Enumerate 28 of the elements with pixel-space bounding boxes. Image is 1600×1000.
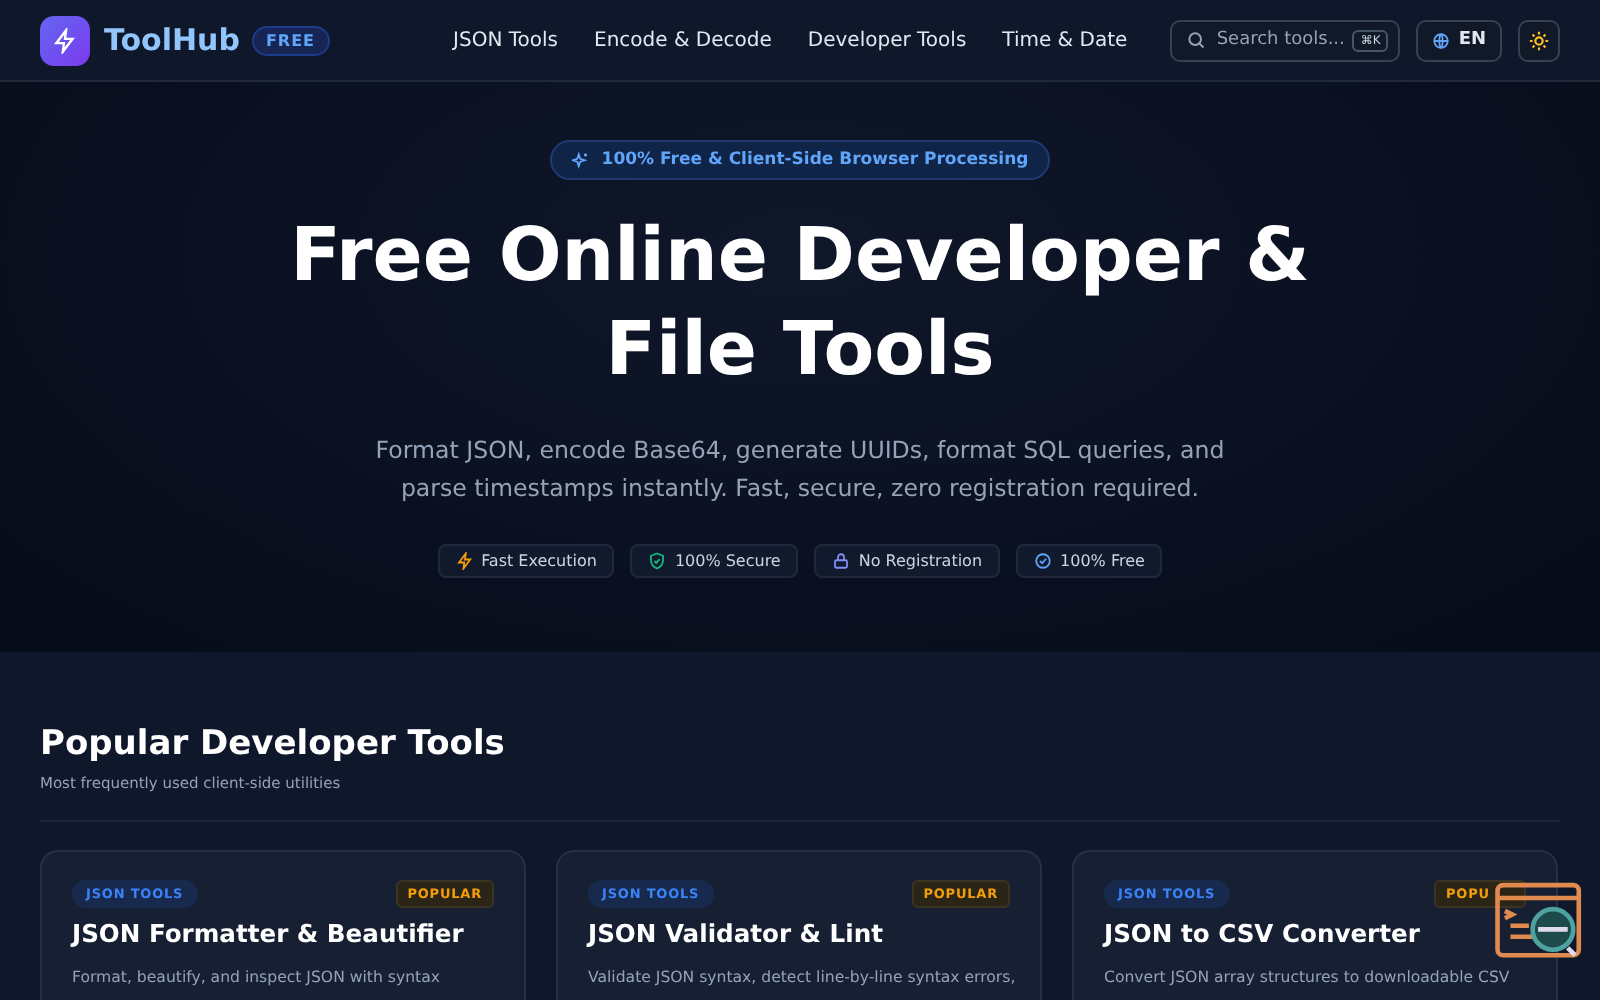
brand-name[interactable]: ToolHub bbox=[104, 22, 240, 58]
feature-label: 100% Free bbox=[1060, 552, 1145, 570]
card-title: JSON to CSV Converter bbox=[1104, 920, 1422, 950]
shield-icon bbox=[648, 552, 667, 570]
sun-icon bbox=[1528, 29, 1550, 51]
feature-label: Fast Execution bbox=[481, 552, 597, 570]
logo-icon[interactable] bbox=[40, 15, 90, 65]
check-circle-icon bbox=[1034, 552, 1053, 570]
theme-toggle[interactable] bbox=[1518, 19, 1560, 61]
card-title: JSON Validator & Lint bbox=[588, 920, 885, 950]
feature-label: No Registration bbox=[858, 552, 983, 570]
nav-link[interactable]: Encode & Decode bbox=[594, 29, 772, 51]
nav-link[interactable]: Time & Date bbox=[1002, 29, 1128, 51]
lightning-icon bbox=[455, 552, 474, 570]
sparkle-icon bbox=[571, 151, 590, 169]
feature-label: 100% Secure bbox=[674, 552, 781, 570]
section-title: Popular Developer Tools bbox=[40, 724, 507, 764]
nav-link[interactable]: JSON Tools bbox=[453, 29, 558, 51]
plan-badge: FREE bbox=[251, 25, 330, 55]
globe-icon bbox=[1432, 31, 1451, 49]
lock-icon bbox=[832, 552, 851, 570]
hero-subtitle: Format JSON, encode Base64, generate UUIDs, format SQL queries, and parse timestamps instantly. Fast, secure, zero registration required. bbox=[373, 434, 1227, 506]
hero-title: Free Online Developer & File Tools bbox=[288, 210, 1312, 396]
nav-link[interactable]: Developer Tools bbox=[807, 29, 967, 51]
search-icon bbox=[1186, 30, 1207, 50]
pill-text: 100% Free & Client-Side Browser Processing bbox=[601, 150, 1029, 170]
card-title: JSON Formatter & Beautifier bbox=[72, 920, 466, 950]
language-button[interactable]: EN bbox=[1416, 19, 1502, 61]
